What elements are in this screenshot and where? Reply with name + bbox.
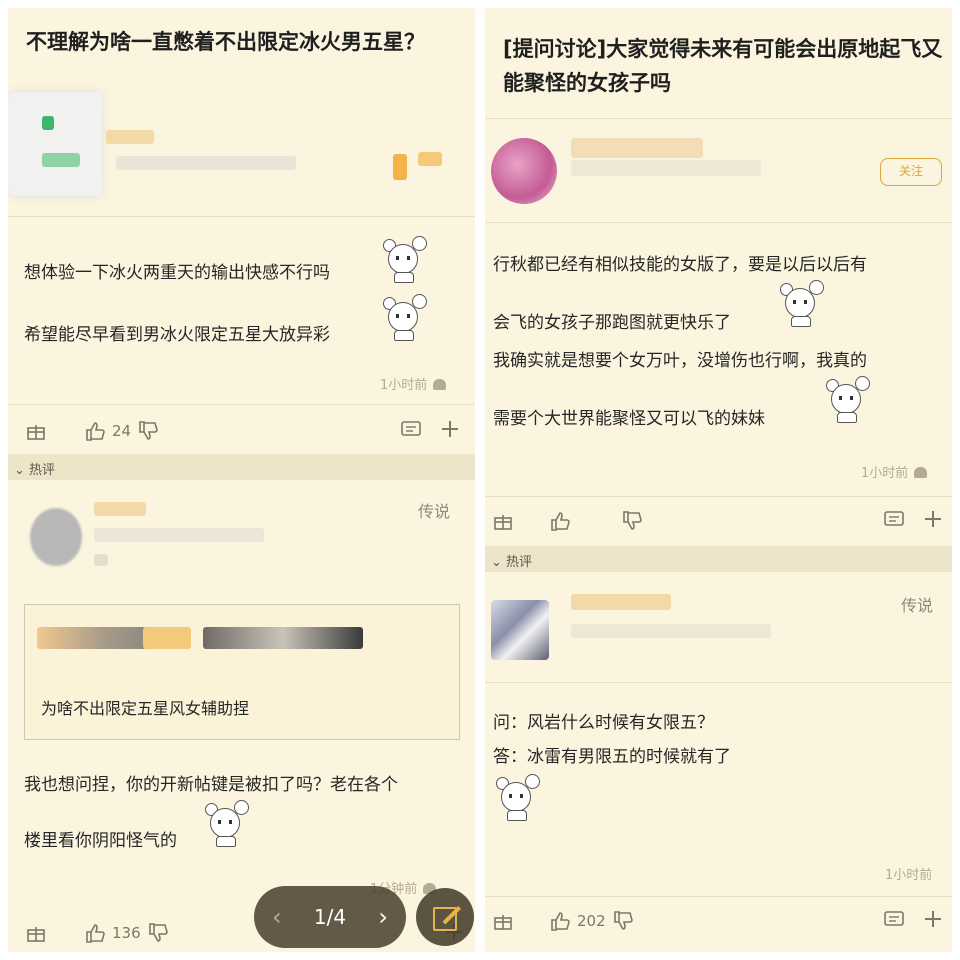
divider <box>485 222 952 223</box>
author-avatar-blurred[interactable] <box>8 92 102 196</box>
sticker-image <box>493 772 545 822</box>
divider <box>485 896 952 897</box>
comment-icon[interactable] <box>883 510 905 530</box>
chevron-down-icon: ⌄ <box>491 555 507 570</box>
hot-comments-header[interactable]: ⌄ 热评 <box>8 454 475 480</box>
commenter-name-blurred <box>94 502 146 516</box>
author-name-blurred <box>106 130 154 144</box>
thumb-up-icon[interactable] <box>84 420 106 442</box>
thumb-down-icon[interactable] <box>137 420 159 442</box>
quote-text: 为啥不出限定五星风女辅助捏 <box>41 699 250 718</box>
commenter-avatar-blurred[interactable] <box>491 600 549 660</box>
post-body-line: 希望能尽早看到男冰火限定五星大放异彩 <box>24 325 330 345</box>
answer-line: 答：冰雷有男限五的时候就有了 <box>493 747 731 767</box>
quote-author-blurred <box>143 627 191 649</box>
post-time: 1小时前 <box>380 374 447 393</box>
reply-body-line: 楼里看你阴阳怪气的 <box>24 831 177 851</box>
follow-button[interactable]: 关注 <box>880 158 942 186</box>
post-body-line: 想体验一下冰火两重天的输出快感不行吗 <box>24 263 330 283</box>
thumb-down-icon[interactable] <box>621 510 643 532</box>
divider <box>485 118 952 119</box>
plus-icon[interactable] <box>923 909 943 929</box>
chevron-right-icon[interactable]: › <box>378 903 388 931</box>
reply-action-bar: 136 <box>26 922 169 944</box>
post-time: 1小时前 <box>861 462 928 481</box>
thumb-down-icon[interactable] <box>147 922 169 944</box>
hot-comments-header[interactable]: ⌄ 热评 <box>485 546 952 572</box>
gift-icon[interactable] <box>493 911 513 931</box>
like-count: 202 <box>577 912 606 930</box>
plus-icon[interactable] <box>923 509 943 529</box>
post-body-line: 需要个大世界能聚怪又可以飞的妹妹 <box>493 409 765 429</box>
comment-icon[interactable] <box>883 910 905 930</box>
image-pager[interactable]: ‹ 1/4 › <box>254 886 406 948</box>
avatar-blur-mark <box>42 116 54 130</box>
reply-body-line: 我也想问捏，你的开新帖键是被扣了吗？老在各个 <box>24 775 398 795</box>
comment-icon[interactable] <box>400 420 422 440</box>
divider <box>8 404 475 405</box>
author-meta-blurred <box>571 160 761 176</box>
post-title: 不理解为啥一直憋着不出限定冰火男五星？ <box>26 30 425 54</box>
hot-label: 热评 <box>506 555 533 570</box>
post-body-line: 会飞的女孩子那跑图就更快乐了 <box>493 313 731 333</box>
chevron-down-icon: ⌄ <box>14 463 30 478</box>
android-icon <box>914 467 928 478</box>
like-count: 24 <box>112 422 132 440</box>
answer-action-bar: 202 <box>493 910 634 932</box>
gift-icon[interactable] <box>26 923 46 943</box>
chevron-left-icon[interactable]: ‹ <box>272 903 282 931</box>
author-badge-blurred <box>393 154 407 180</box>
sticker-image <box>823 374 875 424</box>
divider <box>485 496 952 497</box>
post-body-line: 我确实就是想要个女万叶，没增伤也行啊，我真的 <box>493 351 867 371</box>
thumb-up-icon[interactable] <box>549 910 571 932</box>
quoted-post[interactable]: 为啥不出限定五星风女辅助捏 <box>24 604 460 740</box>
quote-author-blurred <box>37 627 147 649</box>
post-title: [提问讨论]大家觉得未来有可能会出原地起飞又能聚怪的女孩子吗 <box>503 37 943 95</box>
divider <box>8 216 475 217</box>
pager-text: 1/4 <box>313 905 347 929</box>
comment-badge: 传说 <box>418 502 451 521</box>
commenter-meta-blurred <box>571 624 771 638</box>
thumb-down-icon[interactable] <box>612 910 634 932</box>
sticker-image <box>202 798 254 848</box>
commenter-avatar-blurred[interactable] <box>30 508 82 566</box>
sticker-image <box>777 278 829 328</box>
divider <box>485 682 952 683</box>
author-avatar-blurred[interactable] <box>491 138 557 204</box>
quote-meta-blurred <box>203 627 363 649</box>
comment-badge: 传说 <box>901 596 934 615</box>
hot-label: 热评 <box>29 463 56 478</box>
post-action-bar <box>493 510 643 532</box>
sticker-image <box>380 292 432 342</box>
author-meta-blurred <box>116 156 296 170</box>
answer-time: 1小时前 <box>885 868 933 883</box>
android-icon <box>433 379 447 390</box>
author-badge-blurred <box>418 152 442 166</box>
commenter-meta-blurred <box>94 554 108 566</box>
sticker-image <box>380 234 432 284</box>
gift-icon[interactable] <box>26 421 46 441</box>
right-screenshot: [提问讨论]大家觉得未来有可能会出原地起飞又能聚怪的女孩子吗 关注 行秋都已经有… <box>485 8 952 952</box>
avatar-blur-mark <box>42 153 80 167</box>
commenter-meta-blurred <box>94 528 264 542</box>
post-body-line: 行秋都已经有相似技能的女版了，要是以后以后有 <box>493 255 867 275</box>
gift-icon[interactable] <box>493 511 513 531</box>
edit-icon[interactable] <box>416 888 474 946</box>
thumb-up-icon[interactable] <box>84 922 106 944</box>
author-name-blurred <box>571 138 703 158</box>
commenter-name-blurred <box>571 594 671 610</box>
thumb-up-icon[interactable] <box>549 510 571 532</box>
answer-line: 问：风岩什么时候有女限五？ <box>493 713 714 733</box>
plus-icon[interactable] <box>440 419 460 439</box>
left-screenshot: 不理解为啥一直憋着不出限定冰火男五星？ 想体验一下冰火两重天的输出快感不行吗 希… <box>8 8 475 952</box>
like-count: 136 <box>112 924 141 942</box>
